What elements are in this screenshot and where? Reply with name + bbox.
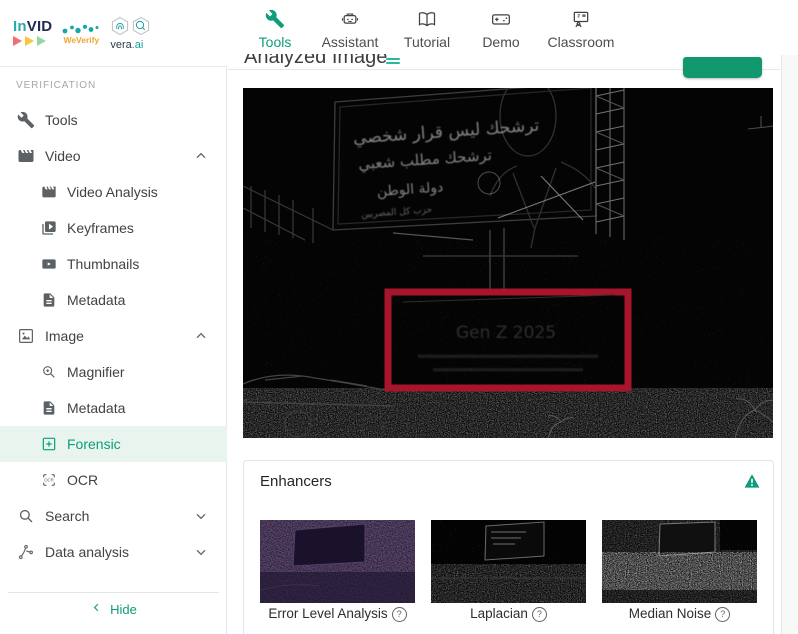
- chevron-up-icon: [193, 148, 209, 167]
- chevron-down-icon: [193, 508, 209, 527]
- enhancer-thumbnail-error-level-analysis[interactable]: [260, 520, 415, 603]
- data-analysis-icon: [16, 543, 35, 562]
- sidebar-item-data-analysis[interactable]: Data analysis: [0, 534, 227, 570]
- forensic-content: Analyzed Image ترشحك ليس قرار شخصي ترشحك…: [228, 0, 780, 634]
- weverify-logo-text: WeVerify: [63, 35, 100, 45]
- weverify-logo: WeVerify: [61, 23, 101, 45]
- vera-logo-text: vera.ai: [110, 38, 144, 51]
- enhancer-caption: Error Level Analysis?: [260, 606, 415, 622]
- top-navigation-bar: Tools Assistant Tutorial Demo Classroom: [228, 0, 780, 54]
- sidebar-item-video-analysis[interactable]: Video Analysis: [0, 174, 227, 210]
- help-circle-icon[interactable]: ?: [531, 607, 547, 622]
- topnav-classroom[interactable]: Classroom: [542, 9, 620, 50]
- search-icon: [16, 507, 35, 526]
- sidebar-nav: Tools Video Video Analysis Keyframes Thu…: [0, 102, 227, 570]
- sidebar-item-video[interactable]: Video: [0, 138, 227, 174]
- sidebar-item-label: Search: [45, 508, 90, 524]
- hide-sidebar-button[interactable]: Hide: [0, 601, 227, 617]
- gamepad-icon: [491, 9, 511, 29]
- chevron-down-icon: [193, 544, 209, 563]
- weverify-dots: [62, 24, 99, 34]
- sidebar-footer-divider: [8, 592, 219, 593]
- enhancer-thumbnail-median-noise[interactable]: [602, 520, 757, 603]
- enhancer-caption: Median Noise?: [602, 606, 757, 622]
- chevron-up-icon: [193, 328, 209, 347]
- enhancer-caption: Laplacian?: [431, 606, 586, 622]
- scrollbar[interactable]: [781, 55, 798, 634]
- sidebar-item-label: Magnifier: [67, 364, 125, 380]
- document-icon: [40, 292, 57, 309]
- analyzed-image[interactable]: ترشحك ليس قرار شخصي ترشحك مطلب شعبي دولة…: [243, 88, 773, 438]
- sidebar-item-label: Keyframes: [67, 220, 134, 236]
- filmstrip-icon: [40, 220, 57, 237]
- robot-icon: [340, 9, 360, 29]
- sidebar-item-label: Image: [45, 328, 84, 344]
- magnifier-plus-icon: [40, 364, 57, 381]
- sidebar-item-label: Video Analysis: [67, 184, 158, 200]
- sidebar-item-thumbnails[interactable]: Thumbnails: [0, 246, 227, 282]
- image-plus-icon: [40, 436, 57, 453]
- enhancers-card: Enhancers Error Level Analysis ? Laplaci…: [243, 460, 774, 634]
- movie-icon: [40, 184, 57, 201]
- sidebar-item-label: Video: [45, 148, 81, 164]
- sidebar-item-image[interactable]: Image: [0, 318, 227, 354]
- help-circle-icon[interactable]: ?: [391, 607, 407, 622]
- sidebar-item-image-metadata[interactable]: Metadata: [0, 390, 227, 426]
- svg-text:OCR: OCR: [44, 478, 54, 483]
- invid-logo-text: In: [13, 18, 27, 35]
- sidebar-item-label: Tools: [45, 112, 78, 128]
- enhancers-title: Enhancers: [260, 473, 332, 490]
- warning-triangle-icon[interactable]: [744, 473, 760, 489]
- sidebar-item-tools[interactable]: Tools: [0, 102, 227, 138]
- sidebar-item-label: Metadata: [67, 292, 126, 308]
- topnav-demo[interactable]: Demo: [476, 9, 526, 50]
- enhancer-thumbnail-laplacian[interactable]: [431, 520, 586, 603]
- sidebar-item-label: OCR: [67, 472, 99, 488]
- sidebar-section-label: VERIFICATION: [16, 80, 97, 91]
- chevron-left-icon: [90, 601, 103, 617]
- vera-hexagons: [112, 16, 150, 35]
- sidebar-item-search[interactable]: Search: [0, 498, 227, 534]
- sidebar-item-ocr[interactable]: OCR OCR: [0, 462, 227, 498]
- ocr-icon: OCR: [40, 472, 57, 489]
- movie-icon: [16, 147, 35, 166]
- topnav-tutorial[interactable]: Tutorial: [396, 9, 458, 50]
- svg-text:Gen Z 2025: Gen Z 2025: [456, 323, 556, 343]
- sidebar-item-label: Forensic: [67, 436, 121, 452]
- document-icon: [40, 400, 57, 417]
- brand-logos: InVID WeVerify vera.ai: [0, 0, 227, 67]
- book-icon: [417, 9, 437, 29]
- invid-logo: InVID: [13, 18, 52, 46]
- sidebar-item-forensic[interactable]: Forensic: [0, 426, 227, 462]
- invid-weverify-plugin-window: InVID WeVerify vera.ai VERIFICATION Tool…: [0, 0, 798, 634]
- wrench-icon: [265, 9, 285, 29]
- wrench-icon: [16, 111, 35, 130]
- primary-action-button[interactable]: [683, 57, 762, 78]
- topnav-tools[interactable]: Tools: [247, 9, 303, 50]
- sidebar-item-label: Data analysis: [45, 544, 130, 560]
- invid-play-triangles: [13, 36, 52, 46]
- image-icon: [16, 327, 35, 346]
- classroom-icon: [571, 9, 591, 29]
- sidebar-item-video-metadata[interactable]: Metadata: [0, 282, 227, 318]
- vera-ai-logo: vera.ai: [110, 16, 154, 51]
- sidebar: InVID WeVerify vera.ai VERIFICATION Tool…: [0, 0, 227, 634]
- hide-label: Hide: [110, 601, 137, 617]
- topnav-assistant[interactable]: Assistant: [315, 9, 385, 50]
- sidebar-item-magnifier[interactable]: Magnifier: [0, 354, 227, 390]
- link-icon[interactable]: [386, 58, 400, 66]
- sidebar-item-label: Metadata: [67, 400, 126, 416]
- help-circle-icon[interactable]: ?: [715, 607, 731, 622]
- sidebar-item-label: Thumbnails: [67, 256, 140, 272]
- play-thumbnail-icon: [40, 256, 57, 273]
- main-panel: Analyzed Image ترشحك ليس قرار شخصي ترشحك…: [228, 0, 780, 634]
- sidebar-item-keyframes[interactable]: Keyframes: [0, 210, 227, 246]
